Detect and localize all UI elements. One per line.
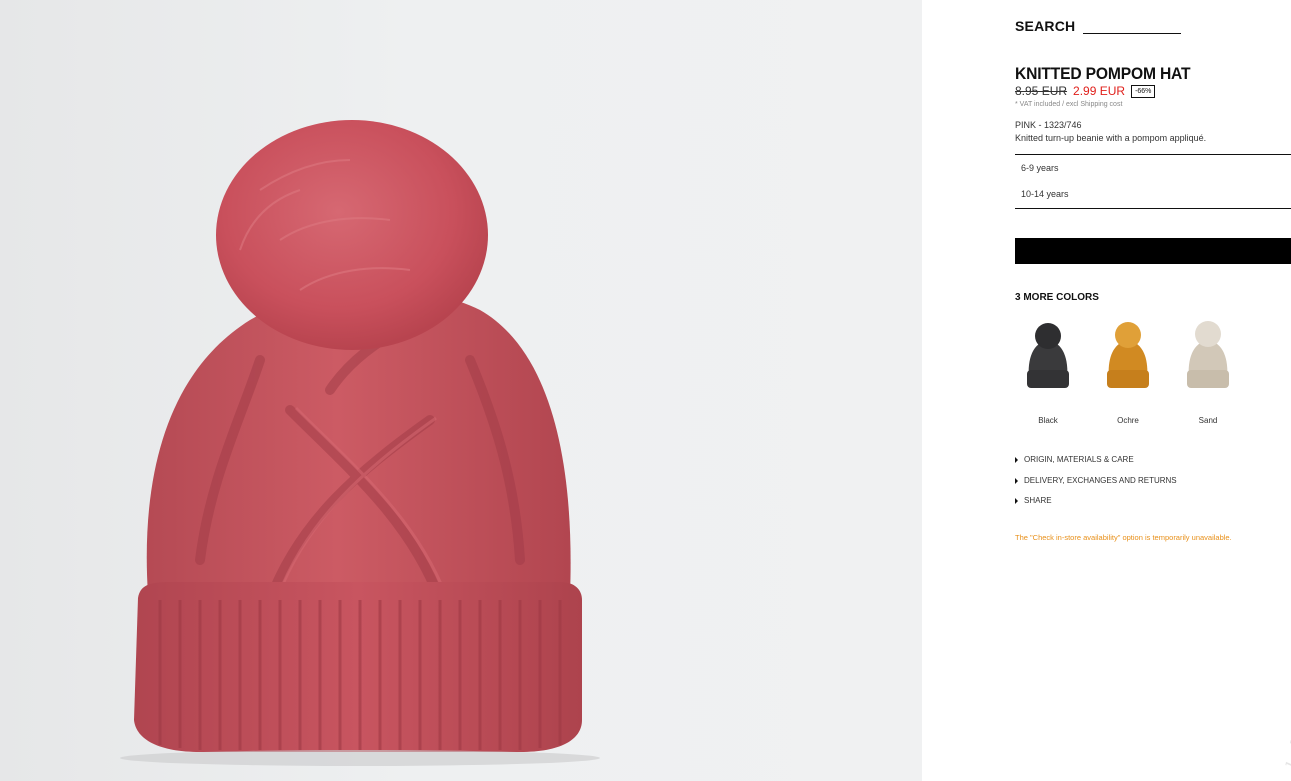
accordion-origin-materials-care[interactable]: ORIGIN, MATERIALS & CARE bbox=[1015, 455, 1134, 464]
price-row: 8.95 EUR 2.99 EUR -66% bbox=[1015, 84, 1156, 98]
vat-note: * VAT included / excl Shipping cost bbox=[1015, 101, 1123, 108]
color-swatch-sand[interactable]: Sand bbox=[1180, 318, 1236, 425]
caret-right-icon bbox=[1015, 456, 1018, 463]
black-hat-thumbnail bbox=[1027, 323, 1069, 388]
store-availability-notice: The "Check in-store availability" option… bbox=[1015, 533, 1232, 542]
swatch-label: Sand bbox=[1198, 416, 1218, 425]
add-to-cart-button[interactable] bbox=[1015, 238, 1291, 264]
accordion-label: ORIGIN, MATERIALS & CARE bbox=[1024, 455, 1134, 464]
swatch-label: Ochre bbox=[1117, 416, 1139, 425]
product-hero-image bbox=[0, 0, 922, 781]
color-swatch-ochre[interactable]: Ochre bbox=[1100, 318, 1156, 425]
accordion-share[interactable]: SHARE bbox=[1015, 496, 1052, 505]
product-title: KNITTED POMPOM HAT bbox=[1015, 64, 1191, 83]
accordion-delivery-returns[interactable]: DELIVERY, EXCHANGES AND RETURNS bbox=[1015, 476, 1177, 485]
sale-price: 2.99 EUR bbox=[1073, 84, 1126, 98]
sand-hat-thumbnail bbox=[1187, 321, 1229, 388]
more-colors-heading: 3 MORE COLORS bbox=[1015, 292, 1099, 303]
color-reference: PINK - 1323/746 bbox=[1015, 120, 1082, 130]
old-price: 8.95 EUR bbox=[1015, 84, 1068, 98]
ochre-hat-thumbnail bbox=[1107, 322, 1149, 388]
product-info-panel: SEARCH KNITTED POMPOM HAT 8.95 EUR 2.99 … bbox=[1015, 0, 1291, 781]
size-option[interactable]: 10-14 years bbox=[1015, 181, 1291, 207]
accordion-label: DELIVERY, EXCHANGES AND RETURNS bbox=[1024, 476, 1177, 485]
swatch-label: Black bbox=[1038, 416, 1058, 425]
search-field[interactable]: SEARCH bbox=[1015, 14, 1182, 34]
search-input-underline[interactable] bbox=[1083, 21, 1182, 34]
size-option[interactable]: 6-9 years bbox=[1015, 155, 1291, 181]
color-swatch-black[interactable]: Black bbox=[1020, 318, 1076, 425]
discount-badge: -66% bbox=[1131, 84, 1156, 98]
search-label: SEARCH bbox=[1015, 18, 1076, 34]
product-description: Knitted turn-up beanie with a pompom app… bbox=[1015, 133, 1207, 143]
knitted-hat-illustration bbox=[120, 120, 600, 766]
caret-right-icon bbox=[1015, 477, 1018, 484]
accordion-label: SHARE bbox=[1024, 496, 1052, 505]
size-selector: 6-9 years 10-14 years bbox=[1015, 154, 1291, 209]
caret-right-icon bbox=[1015, 497, 1018, 504]
